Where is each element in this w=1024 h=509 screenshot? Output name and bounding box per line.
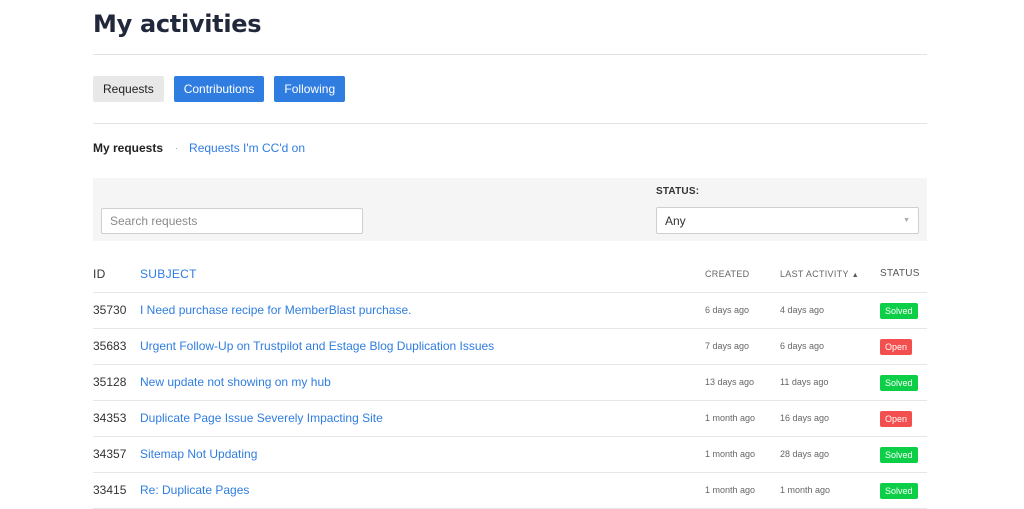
table-row: 34353 Duplicate Page Issue Severely Impa… (93, 400, 927, 437)
request-last-activity: 6 days ago (780, 328, 880, 365)
request-created: 13 days ago (705, 364, 780, 401)
request-subject-link[interactable]: New update not showing on my hub (140, 364, 705, 401)
subnav-my-requests: My requests (93, 141, 164, 155)
request-subject-link[interactable]: I Need purchase recipe for MemberBlast p… (140, 292, 705, 329)
request-last-activity: 16 days ago (780, 400, 880, 437)
tab-contributions[interactable]: Contributions (173, 76, 265, 102)
request-subnav: My requests · Requests I'm CC'd on (93, 141, 305, 155)
table-row: 35683 Urgent Follow-Up on Trustpilot and… (93, 328, 927, 365)
subnav-ccd-requests-link[interactable]: Requests I'm CC'd on (189, 141, 305, 155)
table-row: 33415 Re: Duplicate Pages 1 month ago 1 … (93, 472, 927, 509)
request-created: 1 month ago (705, 472, 780, 509)
sort-ascending-icon: ▲ (851, 271, 859, 279)
tab-requests[interactable]: Requests (93, 76, 164, 102)
header-last-activity-label: LAST ACTIVITY (780, 268, 849, 279)
request-id: 35730 (93, 292, 140, 329)
chevron-down-icon: ▼ (903, 217, 910, 224)
search-requests-input[interactable] (101, 208, 363, 234)
page-title: My activities (93, 10, 262, 38)
tabs-divider (93, 123, 927, 124)
request-subject-link[interactable]: Duplicate Page Issue Severely Impacting … (140, 400, 705, 437)
activity-tabs: Requests Contributions Following (93, 76, 355, 102)
request-id: 35128 (93, 364, 140, 401)
status-filter-select[interactable]: Any ▼ (656, 207, 919, 234)
status-filter-label: STATUS: (656, 186, 700, 197)
request-id: 34353 (93, 400, 140, 437)
requests-table: ID SUBJECT CREATED LAST ACTIVITY ▲ STATUS… (93, 256, 927, 509)
table-row: 34357 Sitemap Not Updating 1 month ago 2… (93, 436, 927, 473)
header-id[interactable]: ID (93, 256, 140, 293)
request-created: 7 days ago (705, 328, 780, 365)
status-badge: Solved (880, 375, 918, 391)
request-created: 1 month ago (705, 400, 780, 437)
request-last-activity: 4 days ago (780, 292, 880, 329)
status-badge: Solved (880, 447, 918, 463)
request-created: 6 days ago (705, 292, 780, 329)
table-row: 35128 New update not showing on my hub 1… (93, 364, 927, 401)
request-subject-link[interactable]: Urgent Follow-Up on Trustpilot and Estag… (140, 328, 705, 365)
request-created: 1 month ago (705, 436, 780, 473)
status-badge: Open (880, 339, 913, 355)
request-subject-link[interactable]: Sitemap Not Updating (140, 436, 705, 473)
status-badge: Solved (880, 483, 918, 499)
request-id: 34357 (93, 436, 140, 473)
request-last-activity: 1 month ago (780, 472, 880, 509)
table-header-row: ID SUBJECT CREATED LAST ACTIVITY ▲ STATUS (93, 256, 927, 293)
request-last-activity: 28 days ago (780, 436, 880, 473)
status-badge: Open (880, 411, 913, 427)
status-filter-value: Any (665, 213, 686, 228)
tab-following[interactable]: Following (274, 76, 346, 102)
header-subject[interactable]: SUBJECT (140, 256, 705, 293)
table-row: 35730 I Need purchase recipe for MemberB… (93, 292, 927, 329)
request-id: 33415 (93, 472, 140, 509)
header-last-activity[interactable]: LAST ACTIVITY ▲ (780, 256, 880, 293)
title-divider (93, 54, 927, 55)
header-status[interactable]: STATUS (880, 256, 927, 293)
filter-bar: STATUS: Any ▼ (93, 178, 927, 241)
header-created[interactable]: CREATED (705, 256, 780, 293)
request-id: 35683 (93, 328, 140, 365)
status-badge: Solved (880, 303, 918, 319)
request-subject-link[interactable]: Re: Duplicate Pages (140, 472, 705, 509)
subnav-separator: · (175, 143, 179, 153)
request-last-activity: 11 days ago (780, 364, 880, 401)
